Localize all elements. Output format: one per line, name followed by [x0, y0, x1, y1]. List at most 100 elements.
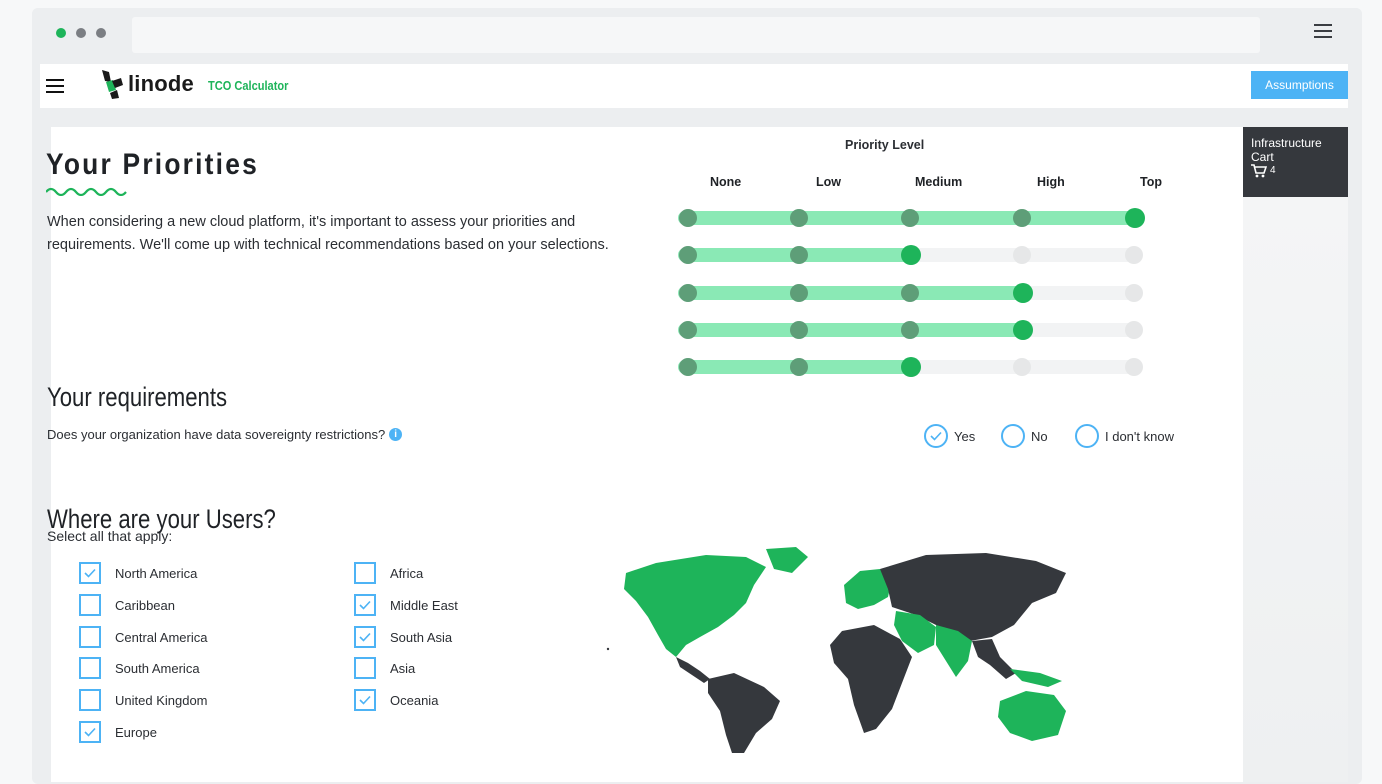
- checkbox-unchecked[interactable]: [79, 689, 101, 711]
- cart-count: 4: [1270, 165, 1276, 176]
- priority-level-label: Priority Level: [845, 138, 925, 152]
- address-bar[interactable]: [132, 17, 1260, 53]
- region-checkbox[interactable]: Caribbean: [79, 594, 175, 616]
- priority-slider-handle[interactable]: [1013, 320, 1033, 340]
- region-checkbox[interactable]: Oceania: [354, 689, 438, 711]
- checkbox-unchecked[interactable]: [354, 562, 376, 584]
- priority-slider-fill: [678, 323, 1031, 337]
- radio-dont-know-label: I don't know: [1105, 428, 1174, 444]
- priority-slider-track[interactable]: [678, 283, 1143, 303]
- checkbox-unchecked[interactable]: [79, 594, 101, 616]
- priority-slider-stop[interactable]: [1125, 284, 1143, 302]
- region-checkbox[interactable]: Middle East: [354, 594, 458, 616]
- title-underline-squiggle: [46, 187, 127, 196]
- priority-slider-stop[interactable]: [1125, 358, 1143, 376]
- radio-dont-know-circle[interactable]: [1075, 424, 1099, 448]
- radio-yes-label: Yes: [954, 428, 976, 444]
- level-medium: Medium: [915, 175, 963, 189]
- checkmark-icon: [359, 600, 371, 610]
- sovereignty-question: Does your organization have data soverei…: [47, 427, 403, 442]
- window-maximize-dot[interactable]: [96, 28, 106, 38]
- region-label: South Asia: [390, 629, 453, 645]
- window-close-dot[interactable]: [56, 28, 66, 38]
- checkbox-checked[interactable]: [79, 562, 101, 584]
- region-checkbox[interactable]: South America: [79, 657, 200, 679]
- requirements-title: Your requirements: [47, 382, 228, 412]
- priority-slider-fill: [678, 286, 1031, 300]
- priority-slider-handle[interactable]: [901, 357, 921, 377]
- checkbox-checked[interactable]: [354, 689, 376, 711]
- product-name: TCO Calculator: [208, 78, 289, 93]
- side-background: [1243, 197, 1348, 782]
- shopping-cart-icon: [1251, 164, 1267, 178]
- priority-slider-stop[interactable]: [901, 321, 919, 339]
- region-label: Africa: [390, 565, 424, 581]
- priority-slider-stop[interactable]: [1125, 321, 1143, 339]
- region-checkbox[interactable]: South Asia: [354, 626, 452, 648]
- radio-dont-know[interactable]: I don't know: [1075, 424, 1174, 448]
- priority-slider-stop[interactable]: [790, 321, 808, 339]
- priority-slider-stop[interactable]: [679, 209, 697, 227]
- radio-no-circle[interactable]: [1001, 424, 1025, 448]
- priority-slider-track[interactable]: [678, 245, 1143, 265]
- priority-slider-stop[interactable]: [1013, 358, 1031, 376]
- info-icon[interactable]: i: [389, 428, 403, 441]
- priority-slider-track[interactable]: [678, 320, 1143, 340]
- priority-slider-stop[interactable]: [679, 284, 697, 302]
- region-label: North America: [115, 565, 198, 581]
- assumptions-button[interactable]: Assumptions: [1251, 71, 1348, 99]
- region-checkbox[interactable]: Europe: [79, 721, 157, 743]
- linode-logo-icon: [102, 70, 123, 99]
- level-top: Top: [1140, 175, 1162, 189]
- checkmark-icon: [84, 568, 96, 578]
- priority-slider-stop[interactable]: [790, 284, 808, 302]
- browser-menu-icon[interactable]: [1314, 24, 1332, 38]
- map-north-america: [624, 555, 766, 657]
- region-checkbox[interactable]: United Kingdom: [79, 689, 208, 711]
- priority-slider-track[interactable]: [678, 357, 1143, 377]
- region-label: Central America: [115, 629, 208, 645]
- priority-slider-stop[interactable]: [901, 284, 919, 302]
- level-none: None: [710, 175, 742, 189]
- priority-slider-stop[interactable]: [1125, 246, 1143, 264]
- priority-slider-track[interactable]: [678, 208, 1145, 228]
- map-islands: [1010, 669, 1062, 687]
- map-australia: [998, 691, 1066, 741]
- region-checkbox[interactable]: Asia: [354, 657, 415, 679]
- priority-slider-stop[interactable]: [901, 209, 919, 227]
- map-greenland: [766, 547, 808, 573]
- priority-slider-stop[interactable]: [679, 358, 697, 376]
- priority-slider-stop[interactable]: [679, 246, 697, 264]
- region-label: Europe: [115, 724, 157, 740]
- radio-yes-circle[interactable]: [924, 424, 948, 448]
- region-checkbox[interactable]: North America: [79, 562, 197, 584]
- priority-slider-handle[interactable]: [901, 245, 921, 265]
- priority-slider-stop[interactable]: [1013, 209, 1031, 227]
- map-central-america: [676, 657, 710, 683]
- window-minimize-dot[interactable]: [76, 28, 86, 38]
- app-header: linode TCO Calculator Assumptions: [40, 64, 1348, 108]
- checkbox-unchecked[interactable]: [354, 657, 376, 679]
- hamburger-menu-icon[interactable]: [46, 79, 64, 93]
- radio-yes[interactable]: Yes: [924, 424, 975, 448]
- infrastructure-cart[interactable]: Infrastructure Cart 4: [1243, 127, 1348, 197]
- checkbox-unchecked[interactable]: [79, 626, 101, 648]
- priority-slider-stop[interactable]: [1013, 246, 1031, 264]
- checkbox-unchecked[interactable]: [79, 657, 101, 679]
- priority-slider-stop[interactable]: [790, 209, 808, 227]
- checkbox-checked[interactable]: [79, 721, 101, 743]
- priority-slider-handle[interactable]: [1013, 283, 1033, 303]
- radio-no[interactable]: No: [1001, 424, 1048, 448]
- checkmark-icon: [84, 727, 96, 737]
- radio-no-label: No: [1031, 428, 1048, 444]
- checkbox-checked[interactable]: [354, 594, 376, 616]
- priority-slider-stop[interactable]: [679, 321, 697, 339]
- priority-slider-handle[interactable]: [1125, 208, 1145, 228]
- priority-slider-stop[interactable]: [790, 358, 808, 376]
- region-label: Asia: [390, 660, 416, 676]
- region-checkbox[interactable]: Central America: [79, 626, 207, 648]
- region-label: Caribbean: [115, 597, 175, 613]
- checkbox-checked[interactable]: [354, 626, 376, 648]
- region-checkbox[interactable]: Africa: [354, 562, 423, 584]
- priority-slider-stop[interactable]: [790, 246, 808, 264]
